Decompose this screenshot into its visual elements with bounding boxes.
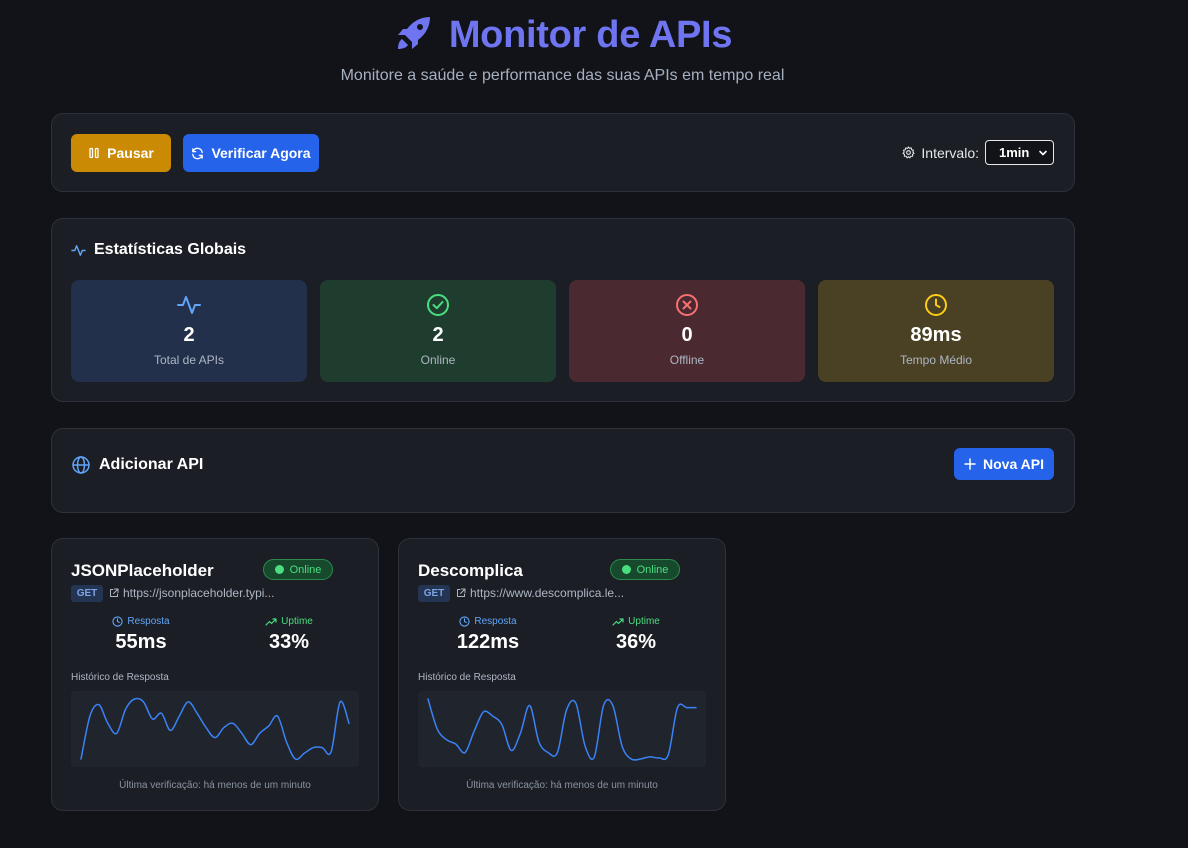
last-check: Última verificação: há menos de um minut… <box>119 780 311 791</box>
stat-card-offline: 0 Offline <box>569 280 805 382</box>
uptime-label: Uptime <box>628 616 660 627</box>
status-text: Online <box>289 563 322 576</box>
clock-icon <box>459 616 471 627</box>
response-sparkline <box>427 698 697 761</box>
api-url: https://jsonplaceholder.typi... <box>123 586 275 600</box>
stats-heading: Estatísticas Globais <box>71 241 246 259</box>
external-link-icon <box>457 588 466 597</box>
api-url-link[interactable]: https://www.descomplica.le... <box>456 586 626 600</box>
stat-card-total: 2 Total de APIs <box>71 280 307 382</box>
response-label: Resposta <box>474 616 517 627</box>
uptime-metric: Uptime 36% <box>566 616 706 654</box>
globe-icon <box>72 456 90 474</box>
pause-icon <box>89 147 99 159</box>
stat-value: 89ms <box>910 324 962 346</box>
response-history-line <box>427 698 697 761</box>
activity-icon <box>177 296 201 314</box>
pause-label: Pausar <box>107 145 154 161</box>
status-badge: Online <box>263 559 333 580</box>
method-badge: GET <box>418 585 450 602</box>
api-name: JSONPlaceholder <box>71 561 214 580</box>
add-api-title: Adicionar API <box>99 456 204 473</box>
api-url-link[interactable]: https://jsonplaceholder.typi... <box>109 586 279 600</box>
response-metric: Resposta 55ms <box>71 616 211 654</box>
response-history-line <box>80 697 350 761</box>
activity-icon <box>71 244 86 256</box>
stat-value: 0 <box>681 324 693 346</box>
response-history-chart <box>418 691 706 767</box>
pause-button[interactable]: Pausar <box>71 134 171 172</box>
page-subtitle: Monitore a saúde e performance das suas … <box>340 67 785 84</box>
x-circle-icon <box>676 294 698 316</box>
response-label: Resposta <box>127 616 170 627</box>
stat-label: Offline <box>669 353 705 367</box>
last-check: Última verificação: há menos de um minut… <box>466 780 658 791</box>
stat-label: Total de APIs <box>153 353 225 367</box>
uptime-label: Uptime <box>281 616 313 627</box>
stat-card-online: 2 Online <box>320 280 556 382</box>
plus-icon <box>964 458 976 470</box>
stat-value: 2 <box>183 324 195 346</box>
api-name: Descomplica <box>418 561 523 580</box>
status-dot <box>621 565 631 574</box>
trending-up-icon <box>265 617 277 626</box>
stats-title: Estatísticas Globais <box>94 241 247 258</box>
history-label: Histórico de Resposta <box>71 672 169 683</box>
controls-panel: Pausar Verificar Agora Intervalo: 1min <box>51 113 1075 192</box>
clock-icon <box>925 294 947 316</box>
status-text: Online <box>636 563 669 576</box>
add-api-panel: Adicionar API Nova API <box>51 428 1075 513</box>
new-api-label: Nova API <box>983 456 1044 472</box>
page-title: Monitor de APIs <box>448 14 733 56</box>
history-label: Histórico de Resposta <box>418 672 516 683</box>
interval-value: 1min <box>999 145 1030 160</box>
trending-up-icon <box>612 617 624 626</box>
interval-select[interactable]: 1min <box>985 140 1054 165</box>
api-card: Descomplica Online GET https://www.desco… <box>398 538 726 811</box>
status-dot <box>274 565 284 574</box>
response-metric: Resposta 122ms <box>418 616 558 654</box>
new-api-button[interactable]: Nova API <box>954 448 1054 480</box>
refresh-icon <box>192 147 204 159</box>
verify-now-button[interactable]: Verificar Agora <box>183 134 319 172</box>
chevron-down-icon <box>1039 150 1047 155</box>
stat-value: 2 <box>432 324 444 346</box>
global-stats-panel: Estatísticas Globais 2 Total de APIs 2 O… <box>51 218 1075 402</box>
rocket-icon <box>393 12 435 59</box>
stat-card-avg-time: 89ms Tempo Médio <box>818 280 1054 382</box>
page-header: Monitor de APIs <box>0 12 1125 59</box>
response-value: 55ms <box>115 631 167 653</box>
uptime-metric: Uptime 33% <box>219 616 359 654</box>
uptime-value: 36% <box>615 631 657 653</box>
verify-now-label: Verificar Agora <box>211 145 311 161</box>
response-history-chart <box>71 691 359 767</box>
stat-label: Online <box>420 353 456 367</box>
api-card: JSONPlaceholder Online GET https://jsonp… <box>51 538 379 811</box>
interval-label: Intervalo: <box>921 144 979 161</box>
stat-label: Tempo Médio <box>899 353 973 367</box>
gear-icon <box>902 146 915 159</box>
uptime-value: 33% <box>268 631 310 653</box>
check-circle-icon <box>427 294 449 316</box>
clock-icon <box>112 616 124 627</box>
api-url: https://www.descomplica.le... <box>470 586 625 600</box>
method-badge: GET <box>71 585 103 602</box>
response-sparkline <box>80 697 350 761</box>
external-link-icon <box>110 588 119 597</box>
interval-control: Intervalo: 1min <box>902 140 1054 165</box>
add-api-heading: Adicionar API <box>71 455 203 475</box>
status-badge: Online <box>610 559 680 580</box>
response-value: 122ms <box>456 631 520 653</box>
